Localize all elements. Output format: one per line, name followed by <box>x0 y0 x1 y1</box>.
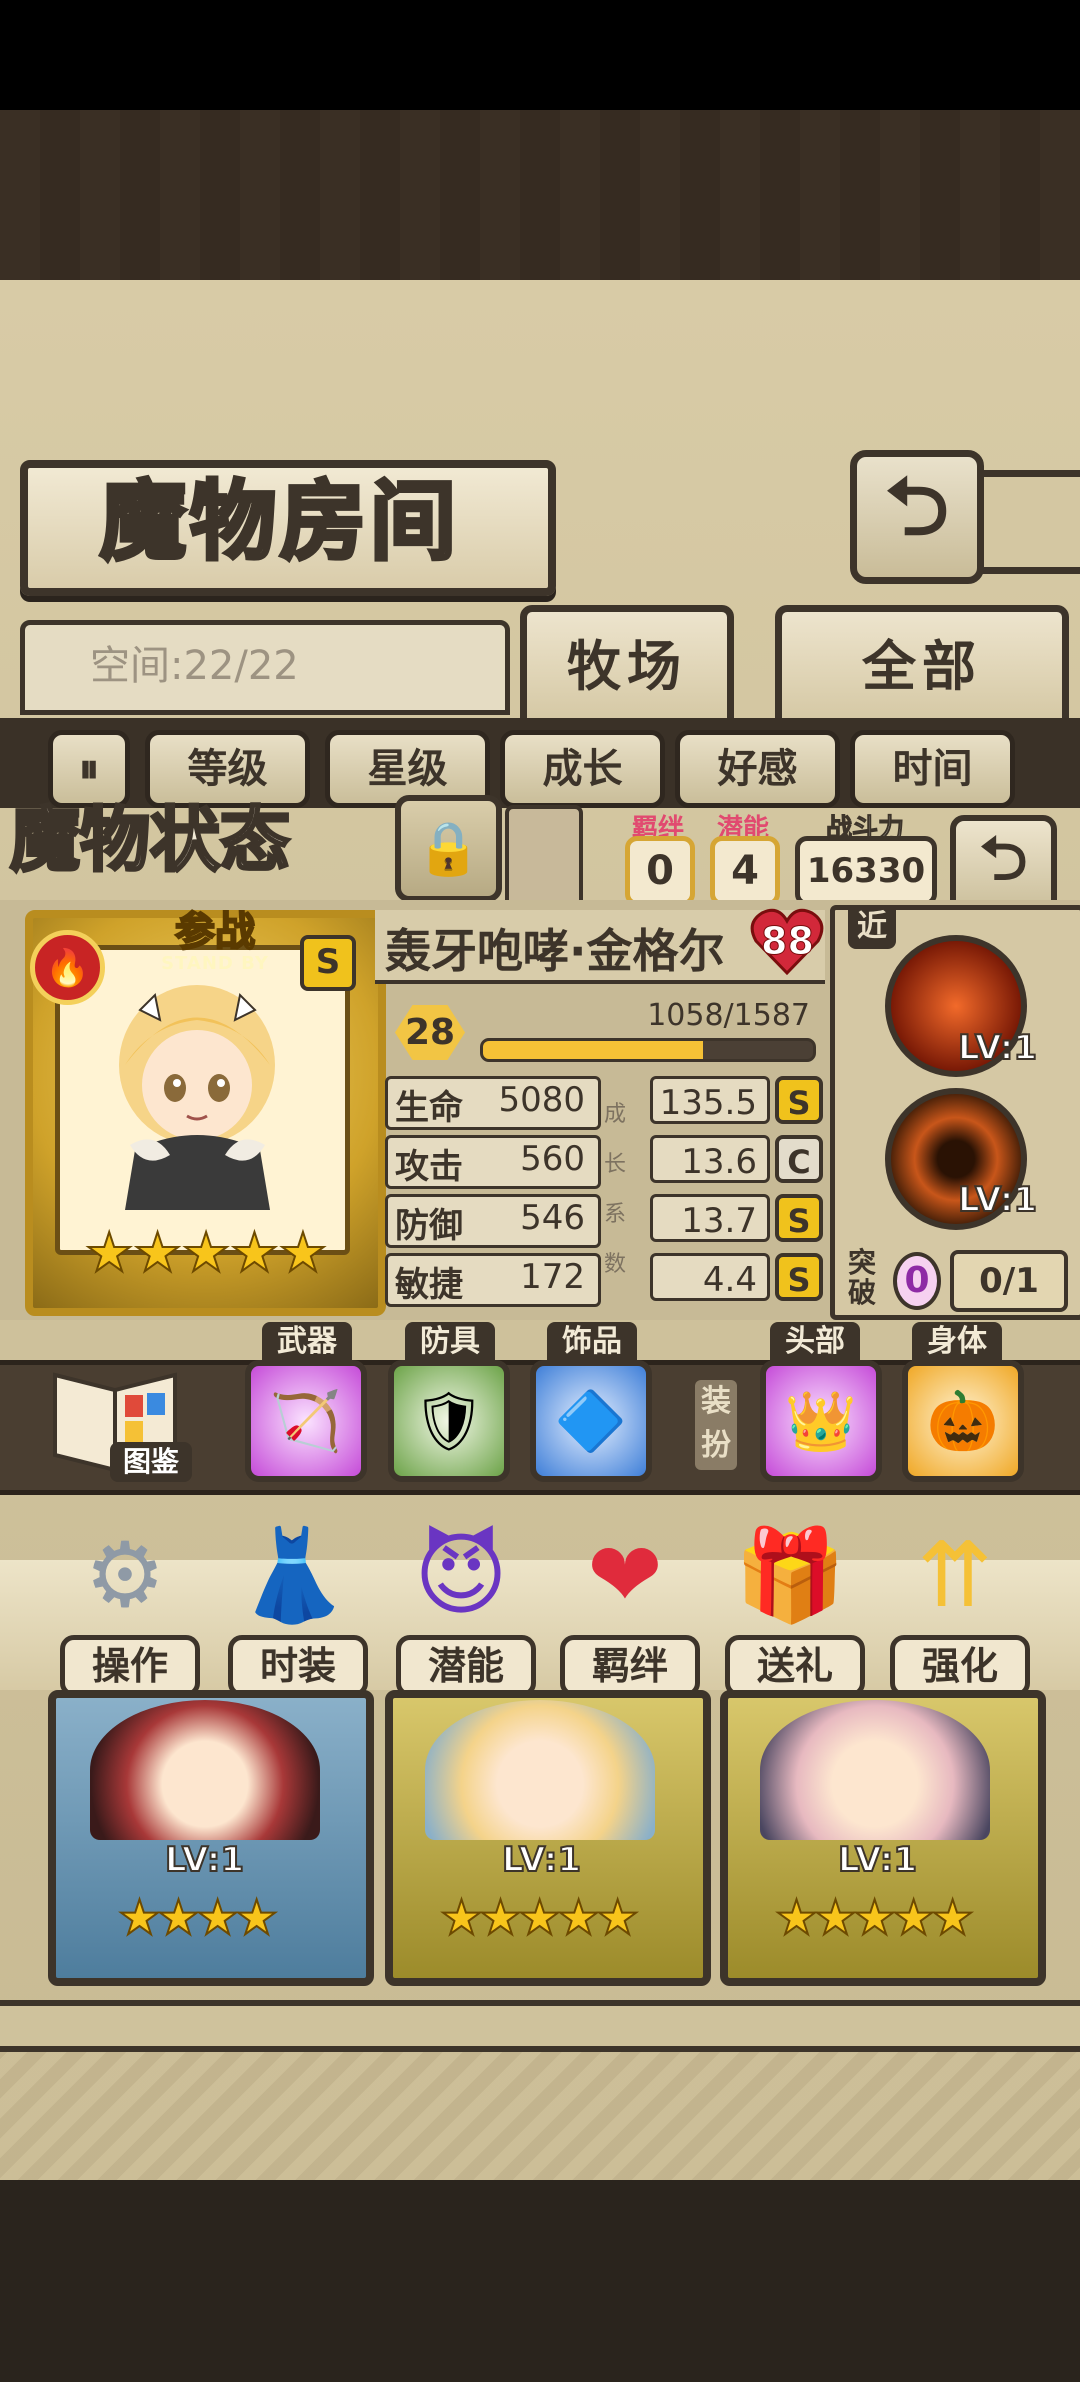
map-header-bg <box>0 110 1080 280</box>
card-stars: ★★★★ <box>117 1889 279 1947</box>
tab-all[interactable]: 全部 <box>775 605 1069 729</box>
armor-label: 防具 <box>405 1322 495 1362</box>
standby-badge: 参战 STAND BY <box>161 909 269 974</box>
exp-bar-fill <box>483 1041 704 1059</box>
growth-value: 4.4 <box>650 1253 770 1301</box>
sort-growth-button[interactable]: 成长 <box>500 730 665 808</box>
weapon-slot[interactable]: 🏹 <box>245 1360 367 1482</box>
tiara-icon: 👑 <box>784 1386 858 1455</box>
card-thumbnail[interactable] <box>505 805 583 913</box>
stat-value: 172 <box>520 1257 585 1297</box>
card-level: LV:1 <box>164 1839 245 1881</box>
power-value: 16330 <box>795 836 937 906</box>
star-icon: ★ <box>181 1221 231 1284</box>
monster-name: 轰牙咆哮·金格尔 <box>385 924 725 978</box>
codex-label: 图鉴 <box>110 1442 192 1482</box>
stat-value: 560 <box>520 1139 585 1179</box>
breakthrough-count: 0 <box>893 1252 941 1310</box>
action-potential-button[interactable]: 😈 潜能 <box>396 1515 536 1697</box>
stat-label: 攻击 <box>395 1147 463 1187</box>
up-arrows-icon: ⇈ <box>917 1522 993 1628</box>
armor-icon: 🛡 <box>412 1386 486 1455</box>
accessory-slot[interactable]: 🔷 <box>530 1360 652 1482</box>
star-icon: ★ <box>132 1221 182 1284</box>
back-arrow-icon: ⮌ <box>884 460 950 553</box>
card-stars: ★★★★★ <box>774 1889 975 1947</box>
stat-label: 敏捷 <box>395 1265 463 1305</box>
monster-portrait <box>90 1700 320 1840</box>
stat-label: 生命 <box>395 1088 463 1128</box>
growth-value: 13.7 <box>650 1194 770 1242</box>
star-icon: ★ <box>84 1221 134 1284</box>
bond-value: 0 <box>625 836 695 906</box>
star-icon: ★ <box>278 1221 328 1284</box>
lock-button[interactable]: 🔒 <box>395 795 502 902</box>
amulet-icon: 🔷 <box>554 1386 628 1455</box>
range-badge: 近 <box>848 905 896 949</box>
list-bottom-frame <box>0 2000 1080 2052</box>
head-label: 头部 <box>770 1322 860 1362</box>
action-gift-button[interactable]: 🎁 送礼 <box>725 1515 865 1697</box>
weapon-label: 武器 <box>262 1322 352 1362</box>
rank-badge: S <box>300 935 356 991</box>
gift-icon: 🎁 <box>733 1522 847 1628</box>
growth-grade: S <box>775 1076 823 1124</box>
stat-label: 防御 <box>395 1206 463 1246</box>
monster-portrait <box>119 985 275 1210</box>
breakthrough-progress: 0/1 <box>950 1250 1068 1312</box>
dress-icon: 👗 <box>236 1522 350 1628</box>
affection-heart: 88 <box>750 905 825 977</box>
growth-grade: S <box>775 1253 823 1301</box>
action-enhance-button[interactable]: ⇈ 强化 <box>890 1515 1030 1697</box>
arrow-weapon-icon: 🏹 <box>269 1386 343 1455</box>
skill-level: LV:1 <box>957 1027 1038 1069</box>
demon-icon: 😈 <box>414 1522 508 1628</box>
sort-time-button[interactable]: 时间 <box>850 730 1015 808</box>
growth-grade: S <box>775 1194 823 1242</box>
star-rating: ★ ★ ★ ★ ★ <box>84 1221 328 1284</box>
lock-icon: 🔒 <box>416 819 481 879</box>
fire-element-icon: 🔥 <box>30 930 105 1005</box>
back-button[interactable]: ⮌ <box>850 450 984 584</box>
accessory-label: 饰品 <box>547 1322 637 1362</box>
tab-ranch[interactable]: 牧场 <box>520 605 734 729</box>
head-slot[interactable]: 👑 <box>760 1360 882 1482</box>
stat-value: 5080 <box>498 1080 585 1120</box>
exp-bar <box>480 1038 816 1062</box>
gear-icon: ⚙ <box>84 1522 166 1628</box>
action-bond-button[interactable]: ❤ 羁绊 <box>560 1515 700 1697</box>
action-costume-button[interactable]: 👗 时装 <box>228 1515 368 1697</box>
monster-portrait <box>425 1700 655 1840</box>
skill-level: LV:1 <box>957 1179 1038 1221</box>
status-bar <box>0 0 1080 110</box>
bottom-background <box>0 2180 1080 2382</box>
hearts-icon: ❤ <box>587 1522 663 1628</box>
armor-slot[interactable]: 🛡 <box>388 1360 510 1482</box>
exp-text: 1058/1587 <box>647 998 810 1033</box>
monster-portrait <box>760 1700 990 1840</box>
breakthrough-label: 突破 <box>848 1246 877 1309</box>
pumpkin-icon: 🎃 <box>926 1386 1000 1455</box>
space-counter: 空间:22/22 <box>90 643 299 689</box>
status-title: 魔物状态 <box>9 798 292 883</box>
card-level: LV:1 <box>501 1839 582 1881</box>
growth-grade: C <box>775 1135 823 1183</box>
card-stars: ★★★★★ <box>439 1889 640 1947</box>
body-slot[interactable]: 🎃 <box>902 1360 1024 1482</box>
growth-value: 13.6 <box>650 1135 770 1183</box>
action-operate-button[interactable]: ⚙ 操作 <box>60 1515 200 1697</box>
costume-label: 装扮 <box>695 1380 737 1470</box>
growth-value: 135.5 <box>650 1076 770 1124</box>
back-button-bar <box>970 470 1080 574</box>
page-title: 魔物房间 <box>98 470 460 574</box>
growth-coefficient-label: 成 长 系 数 <box>603 1102 626 1277</box>
sort-affection-button[interactable]: 好感 <box>675 730 840 808</box>
card-level: LV:1 <box>837 1839 918 1881</box>
star-icon: ★ <box>229 1221 279 1284</box>
potential-value: 4 <box>710 836 780 906</box>
stat-value: 546 <box>520 1198 585 1238</box>
body-label: 身体 <box>912 1322 1002 1362</box>
